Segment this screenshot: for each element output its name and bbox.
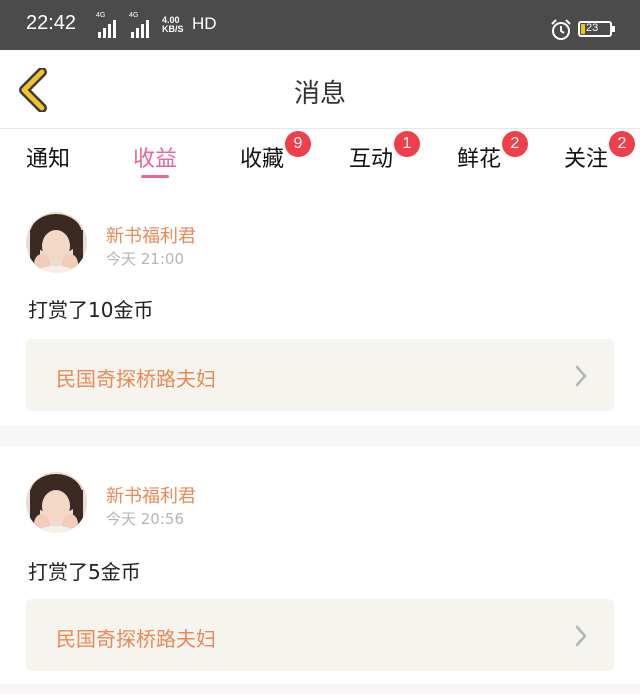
battery-level: 23 [586,22,599,34]
chevron-right-icon [575,625,587,647]
tab-label: 鲜花 [457,147,502,172]
message-text: 打赏了10金币 [28,298,154,322]
active-tab-indicator [141,175,170,178]
signal-label: 4G [129,12,139,19]
unread-badge: 1 [394,131,420,157]
sender-name[interactable]: 新书福利君 [106,222,196,248]
signal-icon: 4G [129,12,157,38]
tab-flowers[interactable]: 鲜花 2 [457,131,528,173]
unread-badge: 9 [285,131,311,157]
avatar-image [26,212,87,273]
unread-badge: 2 [609,131,635,157]
status-bar: 22:42 4G 4G 4.00 KB/S HD 23 [0,0,640,50]
chevron-right-icon [575,365,587,387]
avatar[interactable] [26,472,87,533]
tab-earnings[interactable]: 收益 [133,141,178,178]
signal-icon: 4G [96,12,124,38]
tab-label: 收益 [133,147,178,172]
page-title: 消息 [293,79,346,109]
network-speed-unit: KB/S [162,24,184,34]
network-speed: 4.00 KB/S [162,16,184,34]
message-text: 打赏了5金币 [28,560,141,584]
book-title: 民国奇探桥路夫妇 [56,367,216,391]
page-header: 消息 [0,50,640,129]
tab-label: 收藏 [240,147,285,172]
book-title: 民国奇探桥路夫妇 [56,627,216,651]
tab-label: 关注 [564,147,609,172]
book-link[interactable]: 民国奇探桥路夫妇 [26,339,614,411]
battery-icon: 23 [578,21,615,37]
status-time: 22:42 [26,12,77,34]
message-time: 今天 20:56 [106,510,184,528]
tab-notifications[interactable]: 通知 [26,141,70,173]
unread-badge: 2 [502,131,528,157]
tab-label: 通知 [26,147,71,172]
avatar-image [26,472,87,533]
tab-favorites[interactable]: 收藏 9 [240,131,311,173]
sender-name[interactable]: 新书福利君 [106,482,196,508]
tab-label: 互动 [349,147,394,172]
tab-bar: 通知 收益 收藏 9 互动 1 鲜花 2 关注 2 [0,129,640,187]
alarm-icon [551,19,571,40]
book-link[interactable]: 民国奇探桥路夫妇 [26,599,614,671]
hd-indicator: HD [192,14,217,33]
tab-follows[interactable]: 关注 2 [564,131,635,173]
section-divider [0,426,640,446]
message-time: 今天 21:00 [106,250,184,268]
message-card: 新书福利君 今天 21:00 打赏了10金币 民国奇探桥路夫妇 [0,188,640,426]
signal-label: 4G [96,12,106,19]
tab-interactions[interactable]: 互动 1 [349,131,420,173]
avatar[interactable] [26,212,87,273]
message-card: 新书福利君 今天 20:56 打赏了5金币 民国奇探桥路夫妇 [0,446,640,684]
section-divider [0,684,640,694]
